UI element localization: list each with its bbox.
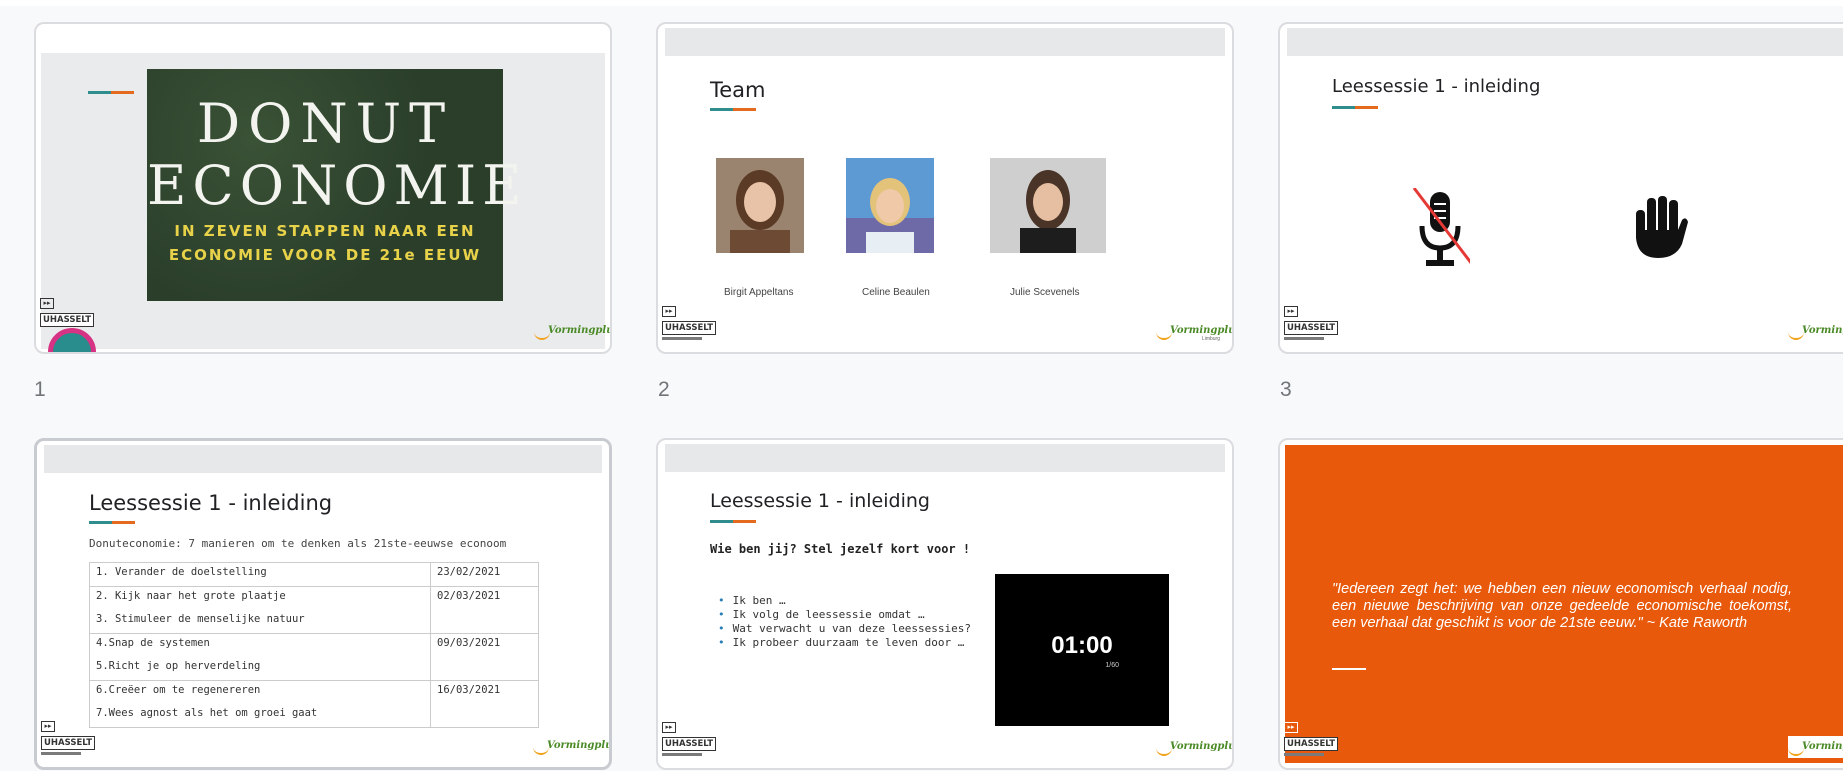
- slide-header-bar: [665, 28, 1225, 56]
- accent-line: [88, 91, 134, 94]
- slide-title: Leessessie 1 - inleiding: [1332, 76, 1541, 97]
- table-row: 6.Creëer om te regenereren 16/03/2021: [89, 680, 539, 728]
- uhasselt-logo: ▸▸ UHASSELT: [662, 722, 717, 760]
- team-photo-julie: [990, 158, 1106, 253]
- vormingplus-logo: Vormingplus: [1788, 320, 1843, 342]
- list-item: Ik volg de leessessie omdat …: [718, 608, 971, 622]
- team-photo-birgit: [716, 158, 804, 253]
- uhasselt-logo: ▸▸ UHASSELT: [1284, 722, 1339, 760]
- slide-header-bar: [44, 445, 602, 473]
- accent-line: [1332, 668, 1366, 670]
- intro-bullet-list: Ik ben … Ik volg de leessessie omdat … W…: [718, 594, 971, 650]
- quote-text: "Iedereen zegt het: we hebben een nieuw …: [1332, 581, 1792, 631]
- book-title-line-1: DONUT: [196, 92, 454, 155]
- top-toolbar-strip: [0, 0, 1843, 6]
- slide-thumbnail-3[interactable]: Leessessie 1 - inleiding ▸▸ UHASSELT Vor…: [1278, 22, 1843, 354]
- list-item: Ik probeer duurzaam te leven door …: [718, 636, 971, 650]
- slide-thumbnail-2[interactable]: Team Birgit Appeltans Celine Beaulen Jul…: [656, 22, 1234, 354]
- book-subtitle-line-2: ECONOMIE VOOR DE 21e EEUW: [168, 246, 482, 264]
- book-subtitle-line-1: IN ZEVEN STAPPEN NAAR EEN: [174, 222, 476, 240]
- team-photo-celine: [846, 158, 934, 253]
- timer-value: 01:00: [1051, 632, 1113, 659]
- book-title-line-2: ECONOMIE: [147, 154, 528, 217]
- accent-line: [710, 520, 756, 523]
- reading-schedule-table: 1. Verander de doelstelling 23/02/2021 2…: [89, 562, 539, 728]
- slide-thumbnail-6[interactable]: "Iedereen zegt het: we hebben een nieuw …: [1278, 438, 1843, 770]
- uhasselt-logo: ▸▸ UHASSELT: [662, 306, 717, 344]
- slide-header-bar: [1287, 28, 1843, 56]
- accent-line: [89, 521, 135, 524]
- vormingplus-logo: Vormingplus: [1156, 736, 1232, 758]
- vormingplus-logo: Vormingplus: [533, 735, 609, 757]
- table-row: 1. Verander de doelstelling 23/02/2021: [89, 562, 539, 587]
- countdown-timer: 01:00 1/60: [995, 574, 1169, 726]
- vormingplus-logo: Vormingplus: [534, 320, 610, 342]
- table-row: 4.Snap de systemen 09/03/2021: [89, 633, 539, 681]
- slide-title: Team: [710, 78, 766, 102]
- vormingplus-logo: Vormingplus Limburg: [1156, 320, 1232, 342]
- list-item: Ik ben …: [718, 594, 971, 608]
- list-item: Wat verwacht u van deze leessessies?: [718, 622, 971, 636]
- accent-line: [1332, 106, 1378, 109]
- slide-subtitle: Donuteconomie: 7 manieren om te denken a…: [89, 537, 507, 550]
- book-cover-image: DONUT ECONOMIE IN ZEVEN STAPPEN NAAR EEN…: [147, 69, 528, 301]
- slide-number-2: 2: [658, 378, 670, 401]
- uhasselt-logo: ▸▸ UHASSELT: [41, 721, 96, 759]
- slide-title: Leessessie 1 - inleiding: [710, 490, 930, 512]
- team-member-name: Birgit Appeltans: [724, 287, 794, 298]
- slide-title: Leessessie 1 - inleiding: [89, 491, 333, 515]
- accent-line: [710, 108, 756, 111]
- team-member-name: Celine Beaulen: [862, 287, 930, 298]
- muted-microphone-icon: [1412, 188, 1470, 266]
- slide-thumbnail-1[interactable]: DONUT ECONOMIE IN ZEVEN STAPPEN NAAR EEN…: [34, 22, 612, 354]
- intro-question: Wie ben jij? Stel jezelf kort voor !: [710, 542, 971, 556]
- slide-header-bar: [665, 444, 1225, 472]
- table-row: 2. Kijk naar het grote plaatje 02/03/202…: [89, 586, 539, 634]
- team-member-name: Julie Scevenels: [1010, 287, 1080, 298]
- vormingplus-logo: Vormingplus: [1788, 736, 1843, 758]
- slide-thumbnail-4[interactable]: Leessessie 1 - inleiding Donuteconomie: …: [34, 438, 612, 770]
- slide-number-3: 3: [1280, 378, 1292, 401]
- raised-hand-icon: [1636, 196, 1688, 258]
- slide-thumbnail-5[interactable]: Leessessie 1 - inleiding Wie ben jij? St…: [656, 438, 1234, 770]
- slide-number-1: 1: [34, 378, 46, 401]
- timer-subvalue: 1/60: [1105, 662, 1119, 669]
- uhasselt-logo: ▸▸ UHASSELT: [1284, 306, 1339, 344]
